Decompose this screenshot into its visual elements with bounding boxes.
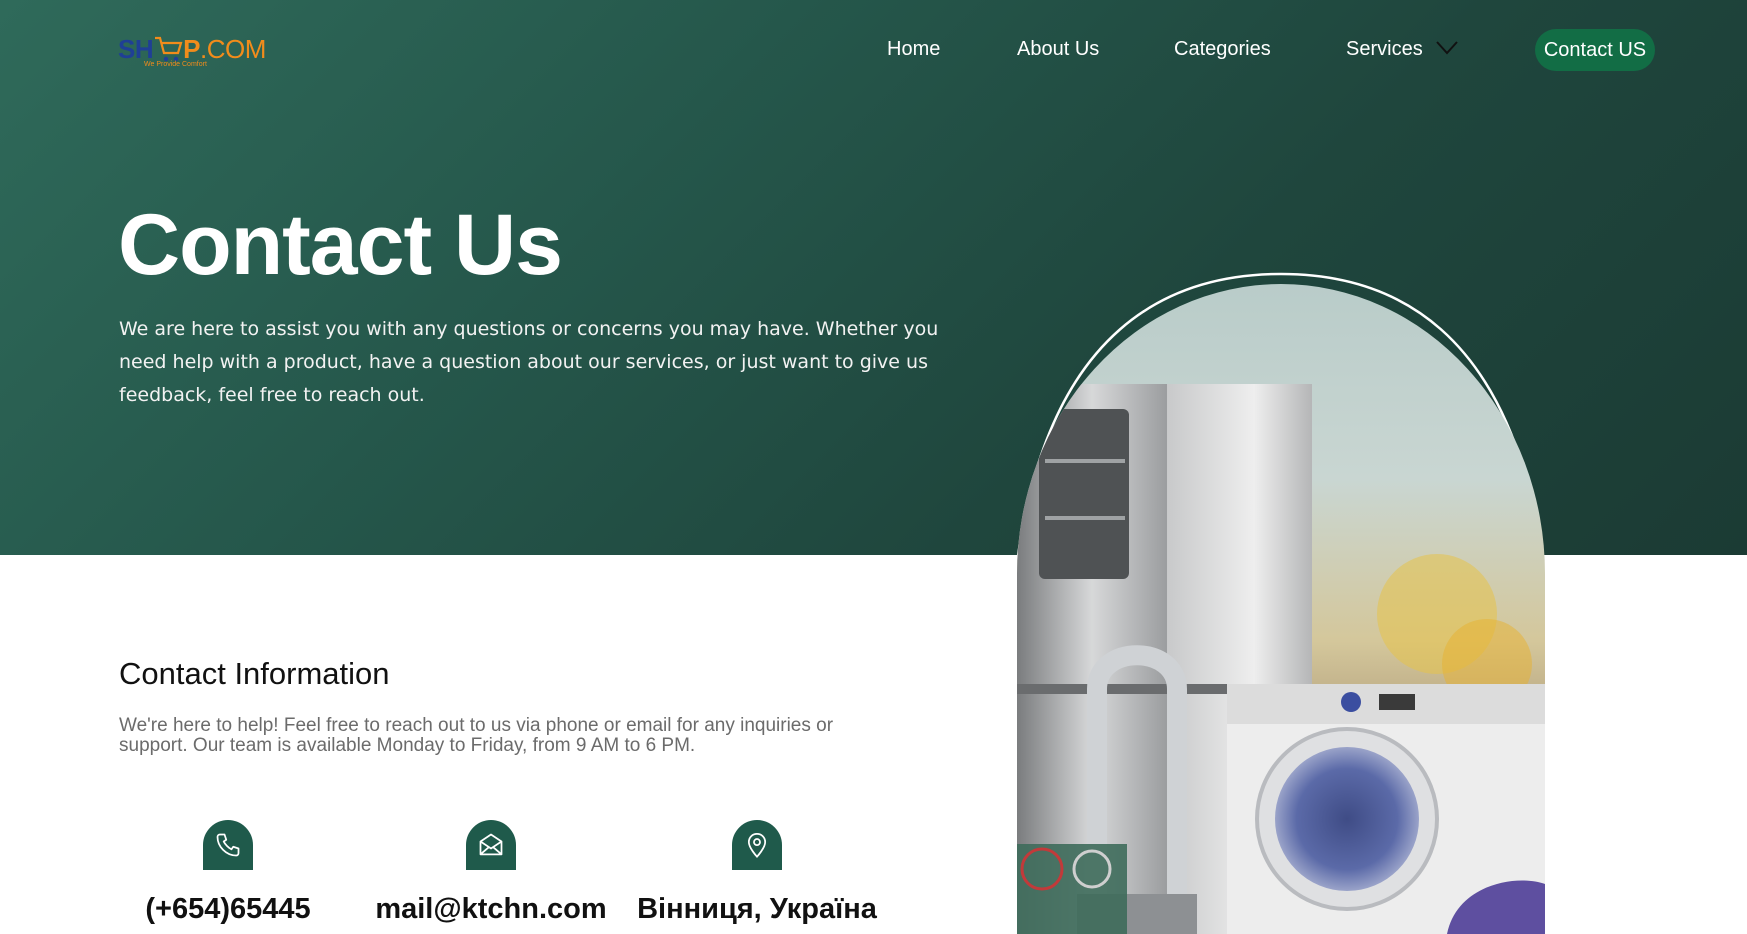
contact-us-button[interactable]: Contact US [1535, 29, 1655, 71]
top-navbar: SH P.COM We Provide Comfort Home About Us… [0, 0, 1747, 100]
appliances-image [1017, 284, 1545, 934]
location-text: Вінниця, Україна [637, 893, 877, 925]
phone-icon [203, 820, 253, 870]
contact-email[interactable]: mail@ktchn.com [371, 820, 611, 925]
nav-categories[interactable]: Categories [1174, 38, 1271, 61]
nav-services[interactable]: Services [1346, 38, 1423, 61]
page-title: Contact Us [118, 197, 563, 293]
site-logo[interactable]: SH P.COM We Provide Comfort [118, 20, 266, 72]
contact-info-description: We're here to help! Feel free to reach o… [119, 715, 834, 756]
contact-info-heading: Contact Information [119, 656, 390, 691]
logo-tagline: We Provide Comfort [144, 61, 207, 68]
location-pin-icon [732, 820, 782, 870]
nav-home[interactable]: Home [887, 38, 940, 61]
hero-description: We are here to assist you with any quest… [119, 318, 939, 406]
contact-location[interactable]: Вінниця, Україна [637, 820, 877, 925]
cart-icon [153, 34, 183, 64]
appliances-illustration [1017, 384, 1545, 934]
contact-phone[interactable]: (+654)65445 [108, 820, 348, 925]
nav-about-us[interactable]: About Us [1017, 38, 1099, 61]
chevron-down-icon[interactable] [1436, 41, 1458, 55]
email-address[interactable]: mail@ktchn.com [371, 893, 611, 926]
phone-number[interactable]: (+654)65445 [108, 893, 348, 926]
mail-icon [466, 820, 516, 870]
